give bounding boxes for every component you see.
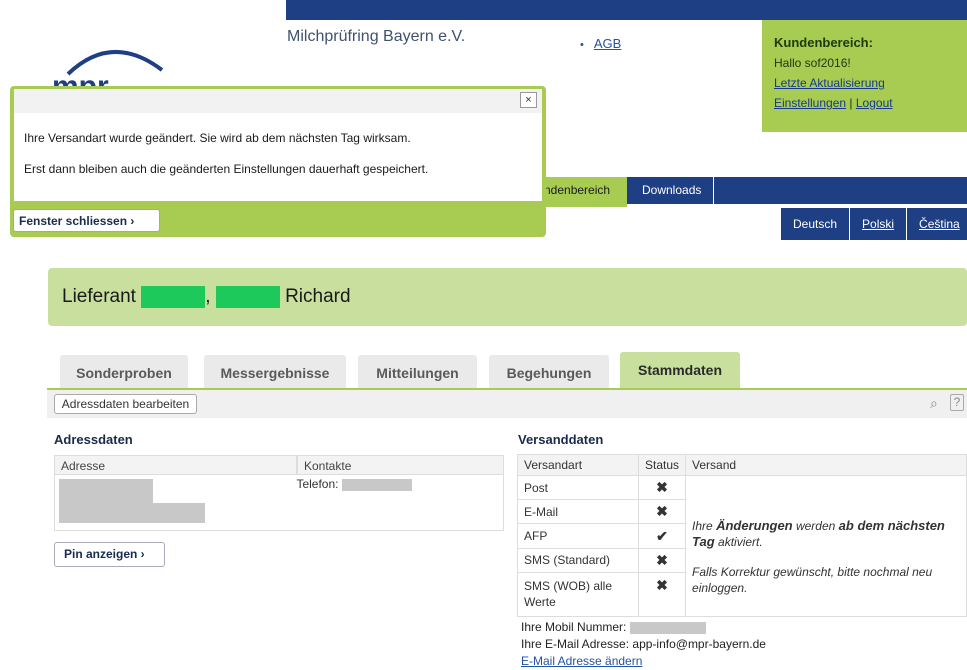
top-accent-bar bbox=[286, 0, 967, 20]
col-status: Status bbox=[637, 454, 687, 476]
language-switcher: Deutsch Polski Čeština bbox=[781, 208, 967, 240]
lang-polski[interactable]: Polski bbox=[850, 208, 908, 240]
status-check-icon: ✔ bbox=[637, 523, 687, 549]
dialog-message-1: Ihre Versandart wurde geändert. Sie wird… bbox=[24, 131, 411, 145]
tab-downloads[interactable]: Downloads bbox=[630, 177, 714, 204]
redacted-block bbox=[59, 479, 153, 503]
note-a: Ihre bbox=[692, 519, 713, 533]
lang-deutsch[interactable]: Deutsch bbox=[781, 208, 851, 240]
mobile-label: Ihre Mobil Nummer: bbox=[521, 620, 627, 634]
tab-mitteilungen[interactable]: Mitteilungen bbox=[358, 355, 477, 388]
dialog-message-2: Erst dann bleiben auch die geänderten Ei… bbox=[24, 162, 429, 176]
supplier-name: Lieferant , Richard bbox=[62, 286, 351, 308]
change-email-link[interactable]: E-Mail Adresse ändern bbox=[521, 654, 642, 668]
shipping-section-title: Versanddaten bbox=[518, 432, 604, 447]
redacted-block bbox=[629, 621, 706, 634]
col-address: Adresse bbox=[54, 455, 297, 475]
agb-link[interactable]: AGB bbox=[594, 36, 621, 51]
dialog-body bbox=[14, 113, 542, 201]
col-shipping: Versand bbox=[685, 454, 967, 476]
redacted-block bbox=[341, 478, 412, 491]
col-contacts: Kontakte bbox=[297, 455, 504, 475]
address-section-title: Adressdaten bbox=[54, 432, 133, 447]
address-cell bbox=[55, 475, 290, 530]
last-update-link[interactable]: Letzte Aktualisierung bbox=[774, 76, 885, 90]
dialog-titlebar bbox=[14, 89, 542, 114]
status-x-icon: ✖ bbox=[637, 547, 687, 573]
lang-cestina[interactable]: Čeština bbox=[907, 208, 967, 240]
customer-area-title: Kundenbereich: bbox=[774, 35, 873, 50]
bullet: • bbox=[580, 39, 584, 51]
phone-label: Telefon: bbox=[296, 477, 339, 491]
close-icon[interactable]: × bbox=[520, 92, 537, 108]
col-shipping-type: Versandart bbox=[517, 454, 639, 476]
shipping-type: AFP bbox=[517, 523, 639, 549]
logout-link[interactable]: Logout bbox=[856, 96, 893, 110]
shipping-note: Ihre Änderungen werden ab dem nächsten T… bbox=[685, 475, 967, 617]
status-x-icon: ✖ bbox=[637, 571, 687, 618]
org-name: Milchprüfring Bayern e.V. bbox=[287, 28, 466, 45]
close-window-button[interactable]: Fenster schliessen › bbox=[13, 209, 160, 232]
agb-link-wrap[interactable]: • AGB bbox=[580, 36, 621, 51]
redacted-block bbox=[141, 286, 206, 308]
settings-link[interactable]: Einstellungen bbox=[774, 96, 846, 110]
redacted-block bbox=[59, 503, 205, 523]
status-x-icon: ✖ bbox=[637, 474, 687, 501]
note-c: werden bbox=[795, 519, 836, 533]
separator: | bbox=[849, 96, 853, 110]
note-e: aktiviert. bbox=[718, 535, 763, 549]
redacted-block bbox=[215, 286, 280, 308]
tab-stammdaten[interactable]: Stammdaten bbox=[620, 352, 740, 388]
email-label: Ihre E-Mail Adresse: bbox=[521, 637, 630, 651]
email-value: app-info@mpr-bayern.de bbox=[632, 637, 766, 651]
shipping-type: E-Mail bbox=[517, 499, 639, 525]
shipping-table: Versandart Status Versand Post ✖ Ihre Än… bbox=[517, 454, 967, 618]
contact-info: Ihre Mobil Nummer: Ihre E-Mail Adresse: … bbox=[521, 619, 766, 670]
customer-area-box: Kundenbereich: Hallo sof2016! Letzte Akt… bbox=[762, 20, 967, 132]
address-table: Adresse Kontakte Telefon: bbox=[54, 455, 504, 531]
search-icon[interactable]: ⌕ bbox=[930, 395, 938, 412]
shipping-type: SMS (Standard) bbox=[517, 547, 639, 573]
note-b: Änderungen bbox=[716, 518, 793, 533]
show-pin-button[interactable]: Pin anzeigen › bbox=[54, 542, 165, 567]
help-icon[interactable]: ? bbox=[950, 394, 964, 411]
edit-address-button[interactable]: Adressdaten bearbeiten bbox=[54, 394, 197, 414]
tab-sonderproben[interactable]: Sonderproben bbox=[60, 355, 188, 388]
status-x-icon: ✖ bbox=[637, 499, 687, 525]
greeting: Hallo sof2016! bbox=[774, 56, 851, 70]
supplier-prefix: Lieferant bbox=[62, 286, 136, 307]
tab-begehungen[interactable]: Begehungen bbox=[489, 355, 609, 388]
tab-kundenbereich[interactable]: ndenbereich bbox=[540, 177, 627, 207]
supplier-firstname: Richard bbox=[285, 286, 351, 307]
supplier-comma: , bbox=[205, 286, 211, 307]
shipping-type: SMS (WOB) alle Werte bbox=[517, 571, 639, 618]
contacts-cell: Telefon: bbox=[290, 475, 503, 530]
shipping-type: Post bbox=[517, 474, 639, 501]
note-relogin: Falls Korrektur gewünscht, bitte nochmal… bbox=[692, 565, 933, 595]
tab-messergebnisse[interactable]: Messergebnisse bbox=[204, 355, 346, 388]
